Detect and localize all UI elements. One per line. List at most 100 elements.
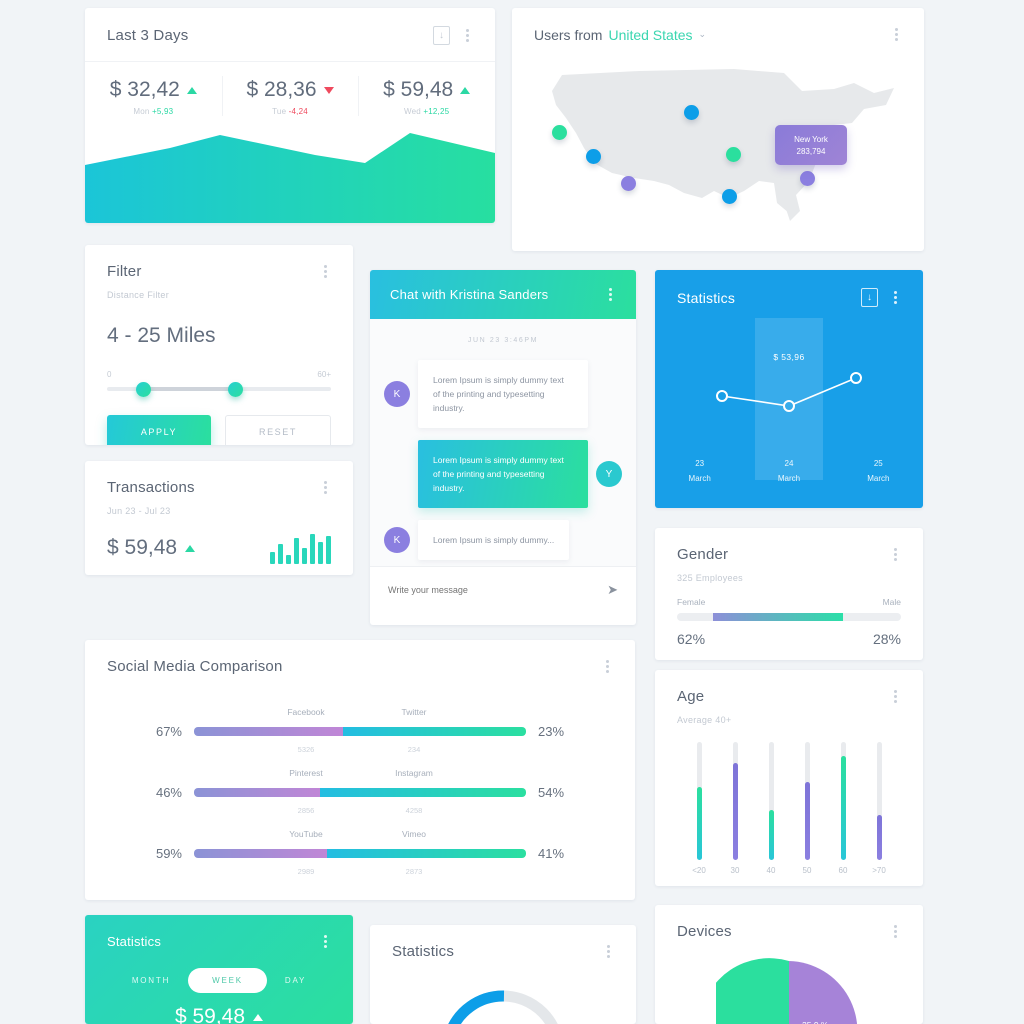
trend-up-icon bbox=[186, 86, 197, 94]
stat-delta: -4,24 bbox=[288, 107, 308, 116]
map-pin[interactable] bbox=[722, 189, 737, 204]
gender-labels: Female Male bbox=[655, 583, 923, 607]
chat-messages: JUN 23 3:46PM K Lorem Ipsum is simply du… bbox=[370, 319, 636, 566]
gender-percents: 62% 28% bbox=[655, 621, 923, 647]
stat-item: $ 32,42 Mon +5,93 bbox=[85, 62, 222, 130]
more-options-icon[interactable] bbox=[320, 479, 331, 496]
stat-day: Wed bbox=[404, 107, 421, 116]
age-axis-label: 40 bbox=[766, 866, 776, 875]
chat-timestamp: JUN 23 3:46PM bbox=[467, 337, 539, 344]
map-pin[interactable] bbox=[684, 105, 699, 120]
card-header: Age bbox=[655, 670, 923, 715]
axis-month: March bbox=[688, 474, 711, 483]
stat-item: $ 28,36 Tue -4,24 bbox=[221, 62, 359, 130]
more-options-icon[interactable] bbox=[320, 933, 331, 950]
card-header: Transactions bbox=[85, 461, 353, 506]
age-bar bbox=[726, 742, 744, 860]
tab-day[interactable]: DAY bbox=[267, 968, 324, 993]
country-selector[interactable]: United States bbox=[608, 27, 692, 43]
gender-bar-fill bbox=[712, 613, 843, 621]
social-right-count: 4258 bbox=[405, 806, 423, 815]
chat-card: Chat with Kristina Sanders JUN 23 3:46PM… bbox=[370, 270, 636, 625]
download-icon[interactable] bbox=[861, 288, 878, 307]
line-chart: $ 53,96 23 March 24 March 25 March bbox=[655, 318, 923, 508]
more-options-icon[interactable] bbox=[320, 263, 331, 280]
message-input[interactable] bbox=[388, 584, 608, 595]
more-options-icon[interactable] bbox=[890, 546, 901, 563]
social-left-count: 2856 bbox=[297, 806, 315, 815]
map-pin[interactable] bbox=[552, 125, 567, 140]
more-options-icon[interactable] bbox=[462, 27, 473, 44]
devices-title: Devices bbox=[677, 923, 732, 940]
map-tooltip: New York 283,794 bbox=[775, 125, 847, 165]
social-right-count: 2873 bbox=[405, 867, 423, 876]
apply-button[interactable]: APPLY bbox=[107, 415, 211, 445]
stat-delta: +12,25 bbox=[423, 107, 450, 116]
slider-fill bbox=[142, 387, 237, 391]
age-card: Age Average 40+ <20 30 40 50 60 >70 bbox=[655, 670, 923, 886]
donut-percent: 75.2 % bbox=[435, 984, 571, 1024]
area-chart bbox=[85, 133, 495, 223]
axis-month: March bbox=[867, 474, 890, 483]
last-3-days-card: Last 3 Days $ 32,42 Mon +5,93 $ 28,36 Tu… bbox=[85, 8, 495, 223]
page-title: Last 3 Days bbox=[107, 27, 189, 44]
stat-item: $ 59,48 Wed +12,25 bbox=[358, 62, 495, 130]
filter-subtitle: Distance Filter bbox=[107, 290, 170, 300]
card-header: Users from United States ⌄ bbox=[512, 8, 924, 53]
highlight-value: $ 53,96 bbox=[773, 352, 805, 362]
gender-subtitle: 325 Employees bbox=[677, 573, 743, 583]
transactions-body: $ 59,48 bbox=[85, 516, 353, 564]
more-options-icon[interactable] bbox=[890, 923, 901, 940]
trend-up-icon bbox=[460, 86, 471, 94]
social-left-percent: 67% bbox=[155, 724, 182, 739]
social-right-percent: 23% bbox=[538, 724, 565, 739]
transactions-card: Transactions Jun 23 - Jul 23 $ 59,48 bbox=[85, 461, 353, 575]
distance-slider[interactable] bbox=[107, 382, 331, 397]
map-title: Users from United States ⌄ bbox=[534, 27, 706, 43]
chat-message: K Lorem Ipsum is simply dummy... bbox=[384, 520, 622, 560]
slider-scale: 0 60+ bbox=[85, 348, 353, 379]
avatar: Y bbox=[596, 461, 622, 487]
more-options-icon[interactable] bbox=[891, 26, 902, 43]
more-options-icon[interactable] bbox=[605, 286, 616, 303]
reset-button[interactable]: RESET bbox=[225, 415, 331, 445]
tab-week[interactable]: WEEK bbox=[188, 968, 267, 993]
card-header: Statistics bbox=[370, 925, 636, 970]
avatar: K bbox=[384, 527, 410, 553]
more-options-icon[interactable] bbox=[602, 658, 613, 675]
card-header: Last 3 Days bbox=[85, 8, 495, 62]
x-axis-labels: 23 March 24 March 25 March bbox=[655, 456, 923, 486]
devices-card: Devices 41.6 % 25.9 % bbox=[655, 905, 923, 1024]
map-pin[interactable] bbox=[621, 176, 636, 191]
gender-right-label: Male bbox=[882, 597, 901, 607]
chat-header: Chat with Kristina Sanders bbox=[370, 270, 636, 319]
age-title: Age bbox=[677, 688, 705, 705]
more-options-icon[interactable] bbox=[890, 688, 901, 705]
pie-slice-label: 25.9 % bbox=[802, 1020, 828, 1024]
message-bubble: Lorem Ipsum is simply dummy... bbox=[418, 520, 570, 560]
card-header: Gender bbox=[655, 528, 923, 573]
slider-knob-max[interactable] bbox=[227, 382, 243, 397]
filter-range-value: 4 - 25 Miles bbox=[107, 324, 216, 347]
map-pin[interactable] bbox=[800, 171, 815, 186]
chat-message: K Lorem Ipsum is simply dummy text of th… bbox=[384, 360, 622, 428]
stat-value: $ 28,36 bbox=[246, 78, 317, 101]
social-left-name: YouTube bbox=[289, 829, 323, 839]
send-icon[interactable]: ➤ bbox=[607, 582, 618, 598]
tab-month[interactable]: MONTH bbox=[114, 968, 188, 993]
chat-composer: ➤ bbox=[370, 566, 636, 612]
message-bubble: Lorem Ipsum is simply dummy text of the … bbox=[418, 440, 588, 508]
social-title: Social Media Comparison bbox=[107, 658, 283, 675]
download-icon[interactable] bbox=[433, 26, 450, 45]
map-pin[interactable] bbox=[726, 147, 741, 162]
more-options-icon[interactable] bbox=[890, 289, 901, 306]
more-options-icon[interactable] bbox=[603, 943, 614, 960]
gender-card: Gender 325 Employees Female Male 62% 28% bbox=[655, 528, 923, 660]
users-map-card: Users from United States ⌄ New York 283,… bbox=[512, 8, 924, 251]
map-title-prefix: Users from bbox=[534, 26, 603, 43]
chevron-down-icon[interactable]: ⌄ bbox=[699, 29, 707, 40]
trend-down-icon bbox=[323, 86, 334, 94]
map-pin[interactable] bbox=[586, 149, 601, 164]
social-row: Pinterest Instagram 46% 54% 2856 4258 bbox=[85, 754, 635, 815]
statistics-line-card: Statistics $ 53,96 23 March 24 March 25 Mar… bbox=[655, 270, 923, 508]
